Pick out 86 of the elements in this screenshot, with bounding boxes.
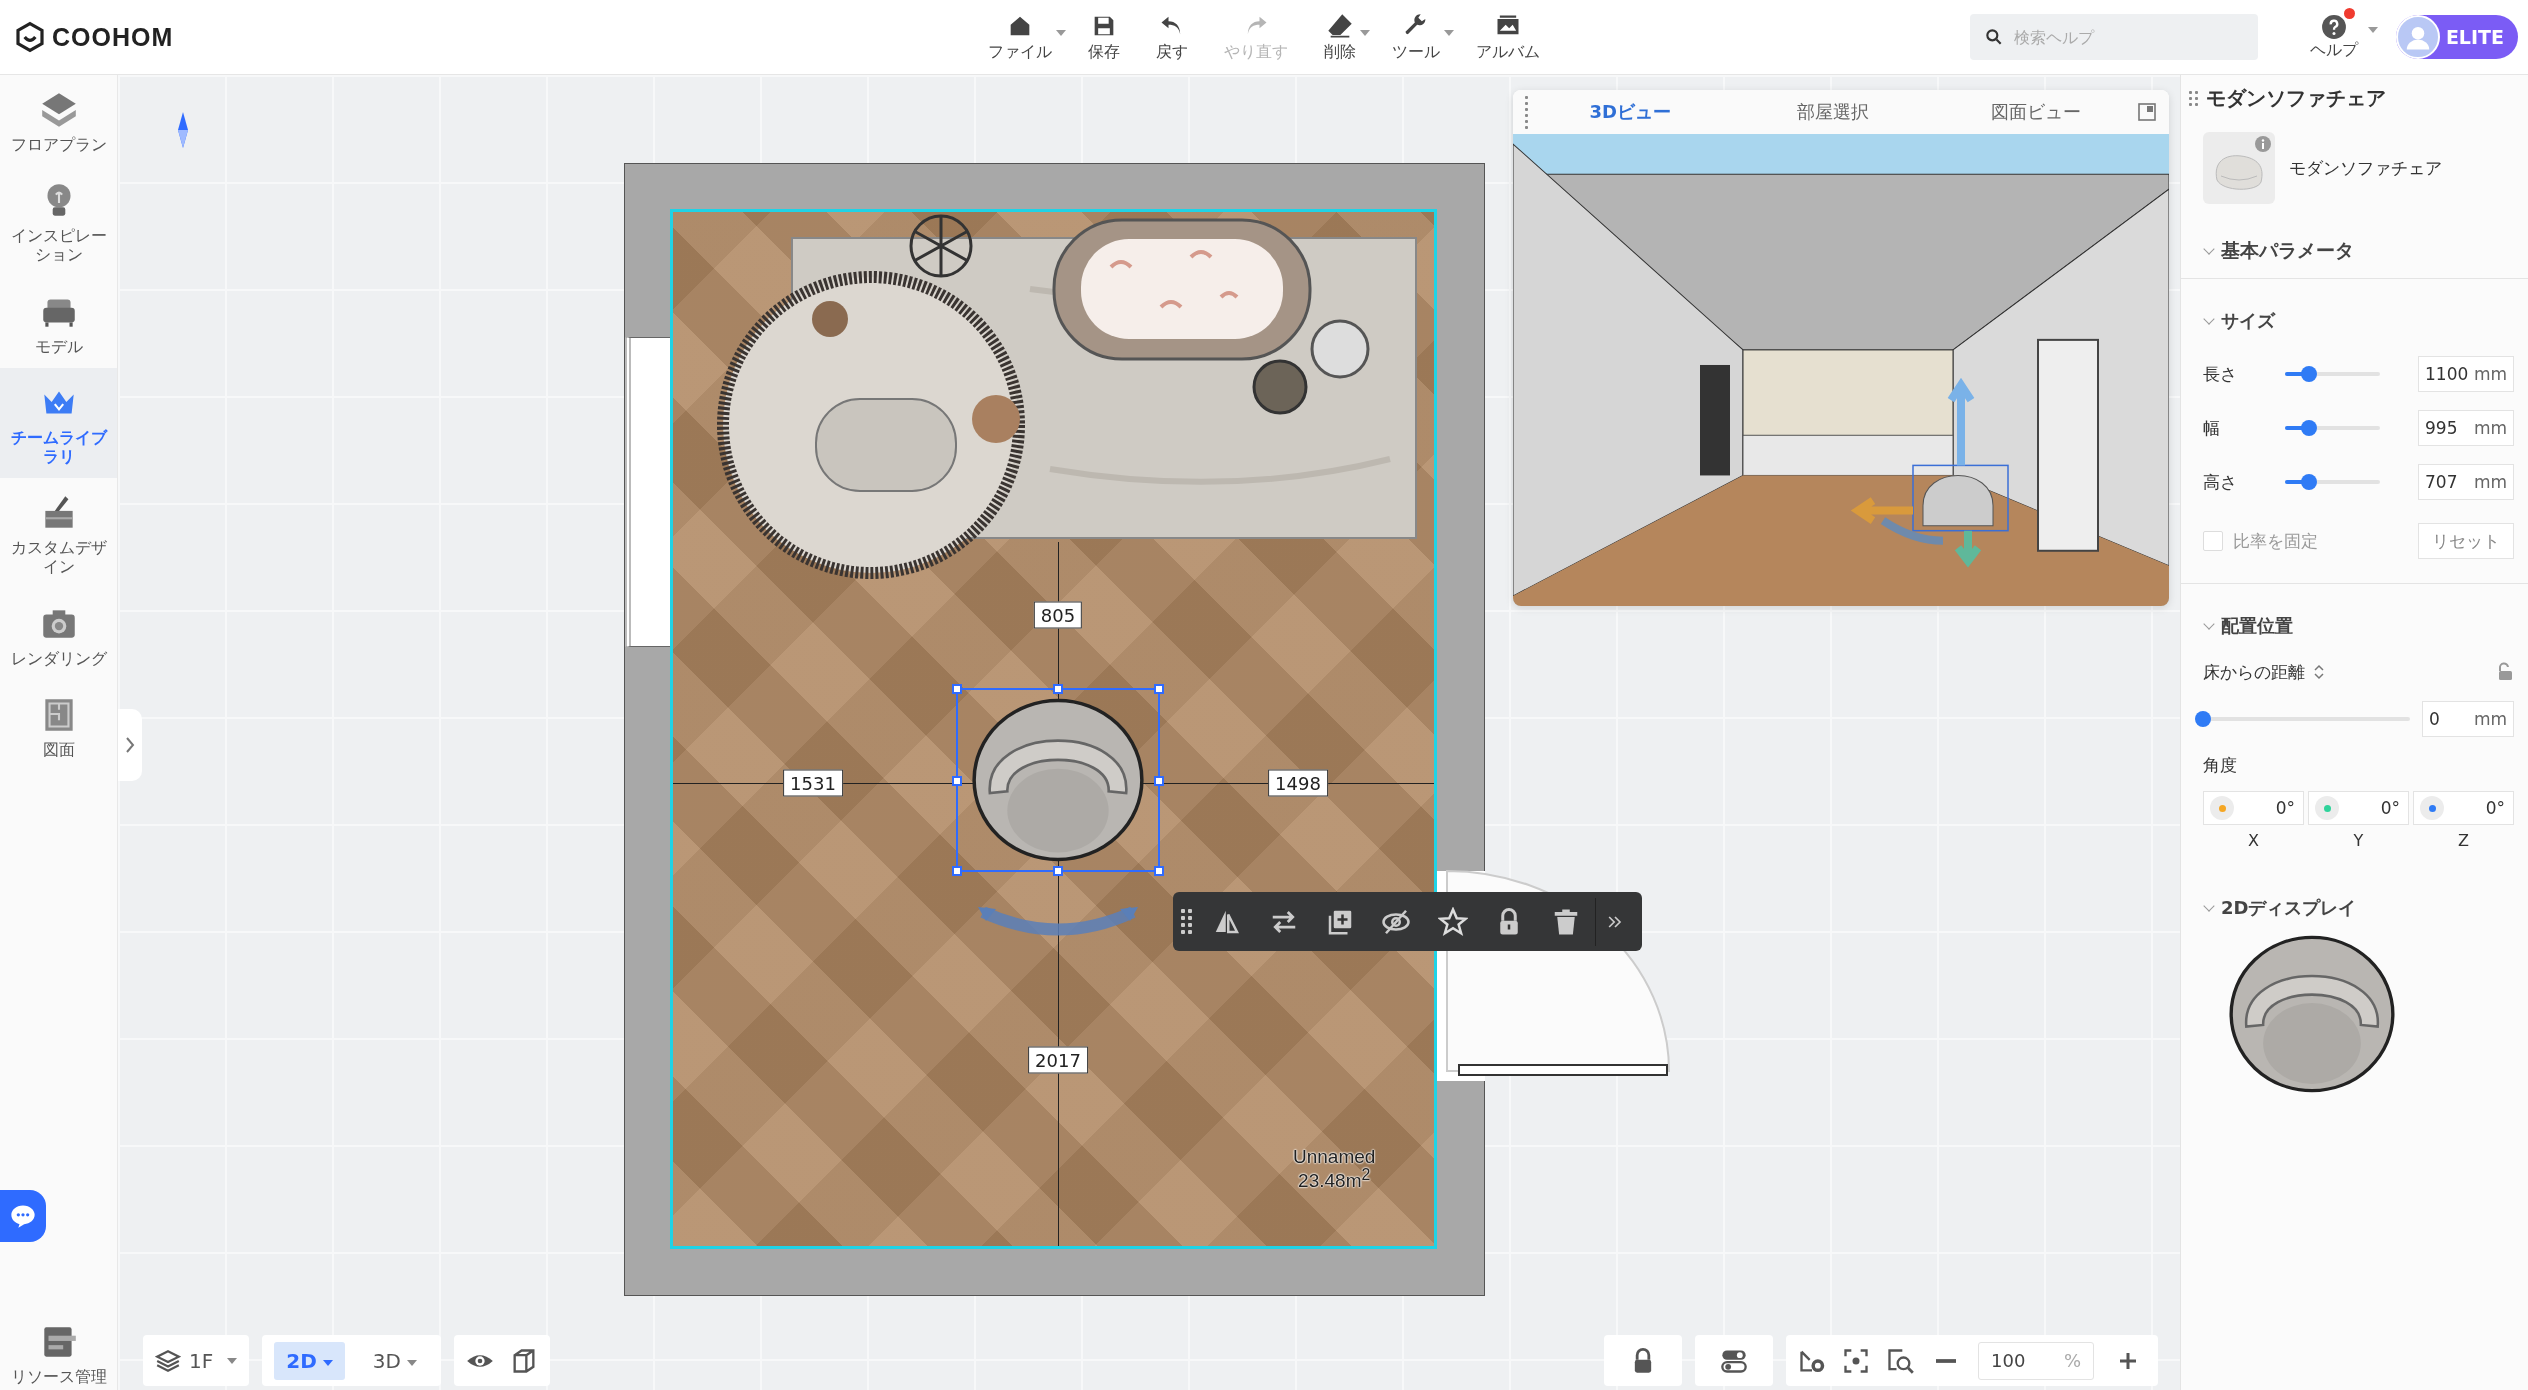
search-field[interactable]: 検索ヘルプ (1969, 14, 2258, 60)
info-icon[interactable] (2255, 136, 2271, 152)
help-icon (2320, 13, 2347, 40)
resize-handle[interactable] (952, 776, 962, 786)
view-tab[interactable]: 部屋選択 (1731, 99, 1935, 125)
product-name: モダンソファチェア (2289, 156, 2442, 180)
zoom-field[interactable]: 100 % (1978, 1341, 2094, 1380)
zoom-region-icon[interactable] (1886, 1346, 1914, 1375)
sidebar-item[interactable]: フロアプラン (0, 75, 117, 167)
logo-text: COOHOM (52, 22, 174, 52)
dimension-label: 1498 (1268, 769, 1328, 797)
reset-button[interactable]: リセット (2418, 523, 2514, 559)
section-header[interactable]: 配置位置 (2203, 614, 2514, 638)
compass-icon (177, 112, 189, 148)
angle-input[interactable]: 0° (2413, 791, 2514, 825)
resize-handle[interactable] (952, 684, 962, 694)
sidebar-item[interactable]: モデル (0, 276, 117, 368)
section-header[interactable]: 基本パラメータ (2203, 238, 2514, 264)
field-label: 幅 (2203, 416, 2221, 440)
toolbar-button[interactable]: アルバム (1462, 5, 1554, 69)
section-header[interactable]: サイズ (2203, 309, 2514, 333)
axis-label: X (2248, 831, 2259, 850)
dimension-label: 2017 (1028, 1046, 1088, 1074)
size-input[interactable]: 995 mm (2418, 410, 2514, 446)
field-label: 高さ (2203, 470, 2238, 494)
toggle-button[interactable] (1695, 1335, 1773, 1386)
sidebar-item[interactable]: リソース管理 (0, 1306, 117, 1390)
toolbar-button[interactable]: 保存 (1074, 5, 1134, 69)
sidebar-item[interactable]: チームライブラリ (0, 367, 117, 479)
drag-handle-icon[interactable] (2189, 91, 2198, 106)
toolbar-button[interactable]: ツール (1378, 5, 1454, 69)
angle-input[interactable]: 0° (2203, 791, 2304, 825)
section-header[interactable]: 2Dディスプレイ (2203, 896, 2514, 920)
rotate-handle-icon[interactable] (978, 907, 1138, 937)
axis-label: Z (2458, 831, 2469, 850)
search-icon (1983, 27, 2004, 47)
size-input[interactable]: 707 mm (2418, 464, 2514, 500)
dimension-label: 805 (1033, 601, 1083, 629)
view-tab[interactable]: 3Dビュー (1529, 99, 1732, 125)
minus-icon (1936, 1358, 1956, 1363)
resize-handle[interactable] (1154, 776, 1164, 786)
floor-selector[interactable]: 1F (143, 1335, 250, 1386)
field-label: 長さ (2203, 362, 2238, 386)
layers-icon (155, 1347, 181, 1374)
account-button[interactable]: ELITE (2395, 15, 2518, 59)
distance-input[interactable]: 0 mm (2422, 701, 2514, 737)
angle-input[interactable]: 0° (2308, 791, 2409, 825)
panel-title: モダンソファチェア (2206, 85, 2386, 112)
sort-icon[interactable] (2313, 663, 2325, 681)
chevron-right-icon (124, 735, 136, 755)
view-mode-tab[interactable]: 3D (360, 1341, 429, 1380)
star-icon (1437, 906, 1468, 937)
field-label: 角度 (2203, 754, 2238, 777)
axis-label: Y (2353, 831, 2364, 850)
help-button[interactable]: ヘルプ (2303, 9, 2364, 65)
resize-handle[interactable] (952, 866, 962, 876)
sidebar-item[interactable]: インスピレーション (0, 166, 117, 277)
notification-dot (2343, 7, 2355, 19)
resize-handle[interactable] (1053, 684, 1063, 694)
fit-view-icon[interactable] (1842, 1346, 1870, 1375)
view-tab[interactable]: 図面ビュー (1934, 99, 2137, 125)
dimension-label: 1531 (783, 769, 843, 797)
size-input[interactable]: 1100 mm (2418, 356, 2514, 392)
room-name: Unnamed (1293, 1147, 1376, 1167)
resize-handle[interactable] (1154, 684, 1164, 694)
sidebar-item[interactable]: レンダリング (0, 588, 117, 680)
toolbar-button[interactable]: ファイル (974, 5, 1066, 69)
chat-button[interactable] (0, 1190, 46, 1242)
field-label: 床からの距離 (2203, 660, 2305, 684)
logo-icon (14, 21, 46, 53)
view-mode-tab[interactable]: 2D (274, 1341, 345, 1380)
toolbar-button[interactable]: 戻す (1142, 5, 1202, 69)
avatar (2395, 15, 2440, 59)
eraser-icon (1326, 11, 1354, 40)
lock-button[interactable] (1604, 1335, 1682, 1386)
sidebar-item[interactable]: カスタムデザイン (0, 478, 117, 589)
resize-handle[interactable] (1154, 866, 1164, 876)
checkbox[interactable] (2203, 531, 2223, 551)
maximize-icon[interactable] (2137, 102, 2157, 122)
toolbar-button[interactable]: 削除 (1310, 5, 1370, 69)
drag-handle-icon[interactable] (1181, 909, 1192, 934)
sidebar-item[interactable]: 図面 (0, 679, 117, 771)
resize-handle[interactable] (1053, 866, 1063, 876)
product-thumbnail[interactable] (2203, 132, 2275, 204)
room-area: 23.48m$^{2}$ (1298, 1166, 1371, 1192)
drag-handle-icon[interactable] (1525, 95, 1529, 129)
